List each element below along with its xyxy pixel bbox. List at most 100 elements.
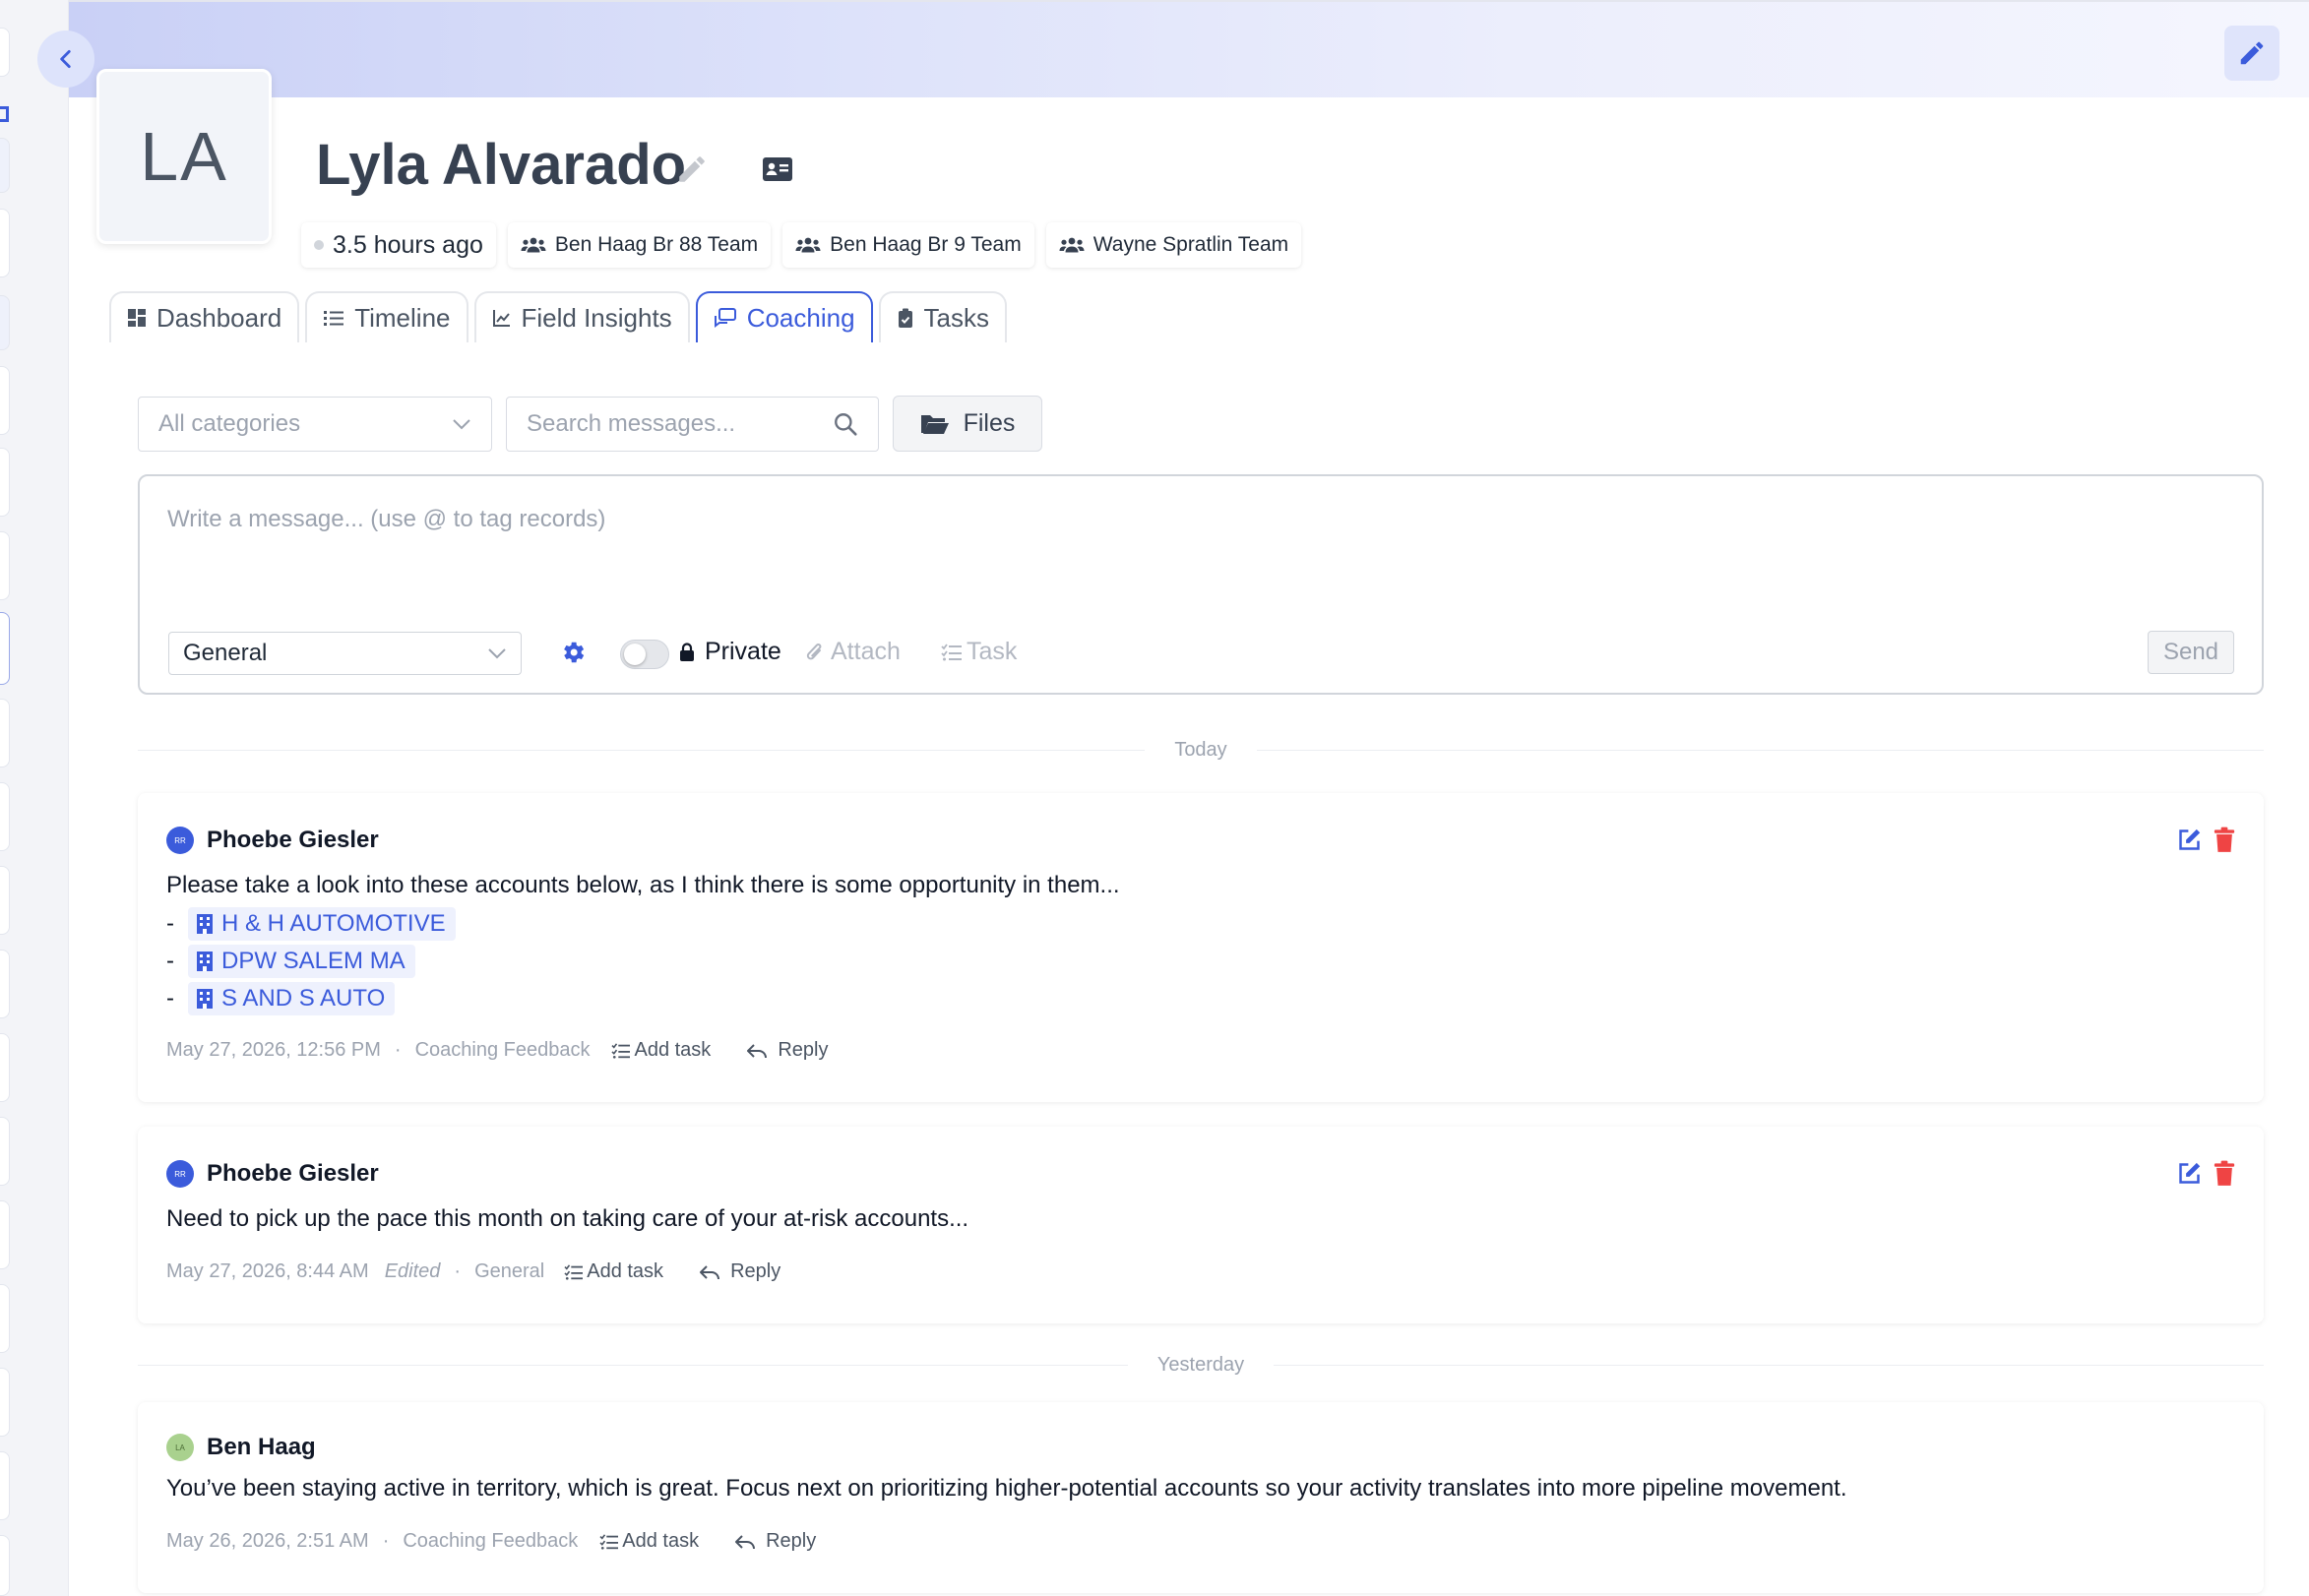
attach-button[interactable]: Attach [805,638,901,666]
team-chip-label: Ben Haag Br 9 Team [830,233,1022,256]
edit-profile-button[interactable] [2224,26,2279,81]
team-chip-label: Ben Haag Br 88 Team [554,233,759,256]
team-chip-label: Wayne Spratlin Team [1092,233,1289,256]
add-task-button[interactable]: Add task [564,1260,663,1283]
category-filter-value: All categories [158,410,301,437]
reply-icon [735,1534,756,1549]
reply-button[interactable]: Reply [734,1530,816,1553]
edit-name-pencil-icon[interactable] [675,153,709,186]
private-toggle[interactable] [620,640,669,669]
day-divider-yesterday: Yesterday [138,1350,2264,1380]
paperclip-icon [806,643,822,659]
tab-label: Field Insights [521,302,672,333]
day-divider-today: Today [138,735,2264,765]
message-header: LA Ben Haag [166,1434,316,1461]
checklist-icon [599,1533,619,1550]
search-input[interactable] [527,410,812,438]
tab-tasks[interactable]: Tasks [878,291,1008,342]
rail-tab[interactable] [0,1033,10,1102]
avatar-initials: LA [140,118,228,195]
folder-open-icon [920,414,949,434]
account-tag[interactable]: S AND S AUTO [188,982,396,1015]
rail-tab[interactable] [0,531,10,600]
account-name: DPW SALEM MA [221,948,406,974]
send-button[interactable]: Send [2148,631,2234,674]
avatar: RR [166,827,194,854]
rail-tab[interactable] [0,366,10,435]
building-icon [197,914,213,934]
account-tag[interactable]: H & H AUTOMOTIVE [188,907,456,941]
status-dot-icon [314,240,324,250]
account-line: - H & H AUTOMOTIVE [166,907,456,941]
search-icon[interactable] [833,411,858,437]
tab-timeline[interactable]: Timeline [305,291,468,342]
rail-tab[interactable] [0,1200,10,1269]
reply-button[interactable]: Reply [699,1260,780,1283]
message-category: Coaching Feedback [403,1530,579,1552]
avatar: RR [166,1160,194,1188]
files-button[interactable]: Files [893,396,1042,452]
edit-icon[interactable] [2176,827,2203,853]
last-active-text: 3.5 hours ago [333,230,483,259]
rail-tab[interactable] [0,1368,10,1437]
rail-tab[interactable] [0,28,10,77]
tab-label: Dashboard [156,302,282,333]
rail-tab[interactable] [0,699,10,767]
rail-tab[interactable] [0,1451,10,1520]
chevron-down-icon [488,648,506,659]
reply-button[interactable]: Reply [746,1039,828,1062]
message-actions [2176,1160,2236,1187]
rail-tab[interactable] [0,866,10,935]
message-category-value: General [183,640,268,666]
rail-tab[interactable] [0,782,10,851]
message-card: RR Phoebe Giesler Need to pick up the pa… [138,1127,2264,1323]
rail-tab[interactable] [0,1284,10,1353]
add-task-button[interactable]: Add task [611,1039,711,1062]
task-label: Task [967,638,1018,665]
message-category-select[interactable]: General [168,632,522,675]
tab-field-insights[interactable]: Field Insights [473,291,690,342]
message-composer: General Private Attach Task Send [138,474,2264,695]
rail-tab[interactable] [0,448,10,517]
rail-tab[interactable] [0,612,10,685]
bullet: - [166,985,174,1012]
back-button[interactable] [37,31,94,88]
chart-line-icon [492,310,510,327]
category-filter-select[interactable]: All categories [138,397,492,452]
users-icon [1059,237,1085,253]
last-active-chip: 3.5 hours ago [301,222,496,268]
message-timestamp: May 26, 2026, 2:51 AM [166,1530,369,1552]
message-card: LA Ben Haag You’ve been staying active i… [138,1402,2264,1593]
tab-coaching[interactable]: Coaching [695,291,873,342]
add-task-label: Add task [634,1039,712,1061]
send-label: Send [2162,639,2219,665]
trash-icon[interactable] [2213,1160,2236,1187]
rail-tab[interactable] [0,138,10,193]
rail-tab[interactable] [0,1117,10,1186]
team-chip[interactable]: Ben Haag Br 9 Team [782,222,1034,268]
rail-tab[interactable] [0,950,10,1018]
chevron-left-icon [60,50,71,68]
rail-tab[interactable] [0,1535,10,1596]
private-text: Private [705,638,781,665]
trash-icon[interactable] [2213,827,2236,853]
rail-tab[interactable] [0,295,10,350]
message-author: Phoebe Giesler [207,1160,379,1187]
message-text: Please take a look into these accounts b… [166,872,1120,898]
clipboard-icon [898,308,912,328]
account-tag[interactable]: DPW SALEM MA [188,945,415,978]
expand-icon[interactable] [0,106,9,122]
team-chip[interactable]: Ben Haag Br 88 Team [507,222,772,268]
message-input[interactable] [167,506,2224,575]
rail-tab[interactable] [0,209,10,277]
message-actions [2176,827,2236,853]
tab-dashboard[interactable]: Dashboard [109,291,300,342]
edit-icon[interactable] [2176,1160,2203,1187]
checklist-icon [611,1042,631,1059]
gear-icon[interactable] [559,639,587,666]
team-chip[interactable]: Wayne Spratlin Team [1045,222,1302,268]
id-card-icon[interactable] [762,156,793,182]
task-button[interactable]: Task [941,638,1017,666]
add-task-label: Add task [622,1530,700,1552]
add-task-button[interactable]: Add task [599,1530,699,1553]
